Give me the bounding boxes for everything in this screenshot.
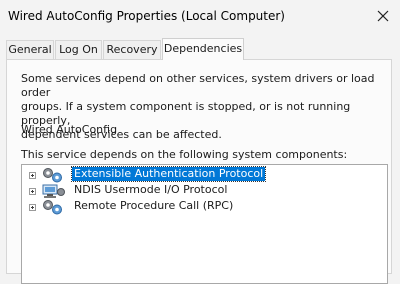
- tab-dependencies[interactable]: Dependencies: [162, 38, 244, 60]
- tree-item[interactable]: Extensible Authentication Protocol: [22, 166, 387, 183]
- services-gear-icon: [43, 168, 62, 183]
- tree-item[interactable]: NDIS Usermode I/O Protocol: [22, 183, 387, 199]
- plus-expander-icon[interactable]: [29, 204, 36, 211]
- plus-expander-icon[interactable]: [29, 172, 36, 179]
- title-bar[interactable]: Wired AutoConfig Properties (Local Compu…: [0, 0, 400, 32]
- window-title: Wired AutoConfig Properties (Local Compu…: [8, 9, 285, 23]
- description-line: Some services depend on other services, …: [21, 72, 375, 99]
- dependencies-tree[interactable]: Extensible Authentication Protocol NDIS …: [21, 164, 388, 284]
- tab-general[interactable]: General: [6, 40, 54, 59]
- tab-recovery[interactable]: Recovery: [103, 40, 161, 59]
- tree-item-label[interactable]: Remote Procedure Call (RPC): [72, 199, 235, 213]
- tree-item-label[interactable]: NDIS Usermode I/O Protocol: [72, 183, 229, 197]
- tree-item[interactable]: Remote Procedure Call (RPC): [22, 199, 387, 215]
- close-icon: [377, 10, 389, 22]
- tree-item-label[interactable]: Extensible Authentication Protocol: [70, 166, 267, 182]
- driver-icon: [42, 184, 65, 198]
- properties-window: Wired AutoConfig Properties (Local Compu…: [0, 0, 400, 284]
- close-button[interactable]: [366, 0, 400, 32]
- tab-log-on[interactable]: Log On: [55, 40, 102, 59]
- service-name-label: Wired AutoConfig: [21, 123, 118, 136]
- services-gear-icon: [43, 200, 62, 215]
- dependencies-panel: Some services depend on other services, …: [6, 59, 392, 284]
- depends-on-label: This service depends on the following sy…: [21, 148, 348, 161]
- plus-expander-icon[interactable]: [29, 188, 36, 195]
